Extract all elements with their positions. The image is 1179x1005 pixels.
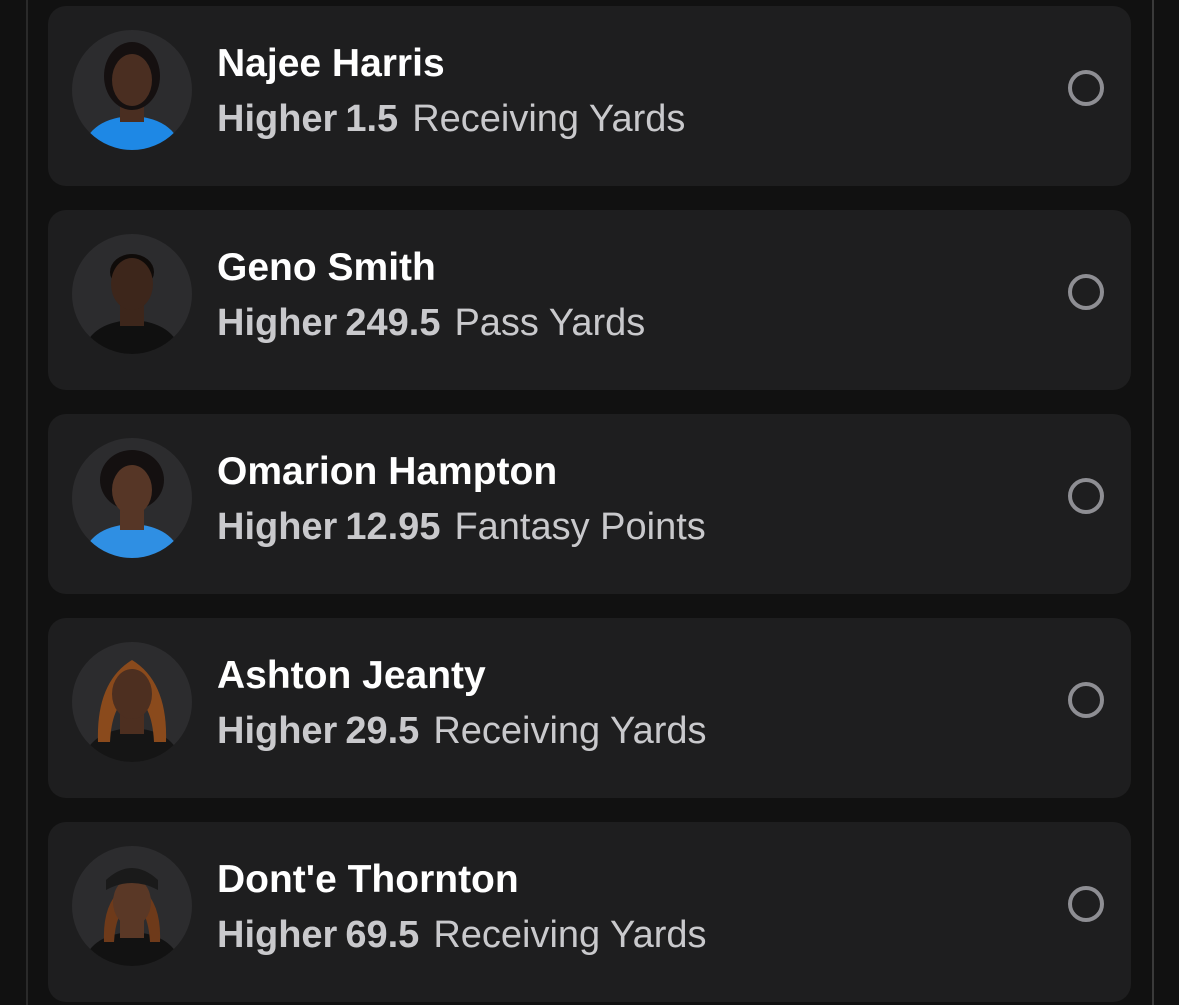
player-name: Najee Harris bbox=[217, 42, 445, 85]
player-name: Geno Smith bbox=[217, 246, 436, 289]
player-headshot-icon bbox=[82, 254, 182, 354]
line-value: 29.5 bbox=[345, 710, 420, 752]
player-avatar bbox=[72, 642, 192, 762]
stat-type: Receiving Yards bbox=[412, 98, 686, 140]
projection-line: Higher 12.95 Fantasy Points bbox=[217, 503, 706, 551]
select-radio-icon[interactable] bbox=[1068, 886, 1104, 922]
pick-card[interactable]: Geno Smith Higher 249.5 Pass Yards bbox=[48, 210, 1131, 390]
pick-card[interactable]: Ashton Jeanty Higher 29.5 Receiving Yards bbox=[48, 618, 1131, 798]
pick-direction: Higher bbox=[217, 98, 338, 140]
pick-info: Omarion Hampton Higher 12.95 Fantasy Point… bbox=[217, 448, 706, 551]
projection-line: Higher 69.5 Receiving Yards bbox=[217, 911, 707, 959]
pick-info: Ashton Jeanty Higher 29.5 Receiving Yards bbox=[217, 652, 707, 755]
player-avatar bbox=[72, 438, 192, 558]
player-avatar bbox=[72, 234, 192, 354]
pick-info: Dont'e Thornton Higher 69.5 Receiving Yard… bbox=[217, 856, 707, 959]
player-avatar bbox=[72, 846, 192, 966]
line-value: 12.95 bbox=[345, 506, 441, 548]
line-value: 69.5 bbox=[345, 914, 420, 956]
line-value: 249.5 bbox=[345, 302, 441, 344]
face-shape bbox=[113, 878, 151, 926]
player-headshot-icon bbox=[82, 660, 182, 762]
scrollbar-track[interactable] bbox=[1152, 0, 1154, 1005]
pick-direction: Higher bbox=[217, 506, 338, 548]
pick-direction: Higher bbox=[217, 710, 338, 752]
player-headshot-icon bbox=[82, 868, 182, 966]
stat-type: Receiving Yards bbox=[433, 914, 707, 956]
pick-card[interactable]: Dont'e Thornton Higher 69.5 Receiving Yard… bbox=[48, 822, 1131, 1002]
face-shape bbox=[112, 465, 152, 515]
pick-list: Najee Harris Higher 1.5 Receiving Yards Ge… bbox=[48, 6, 1131, 1005]
pick-direction: Higher bbox=[217, 914, 338, 956]
select-radio-icon[interactable] bbox=[1068, 70, 1104, 106]
projection-line: Higher 1.5 Receiving Yards bbox=[217, 95, 685, 143]
projection-line: Higher 249.5 Pass Yards bbox=[217, 299, 645, 347]
stat-type: Fantasy Points bbox=[454, 506, 706, 548]
player-avatar bbox=[72, 30, 192, 150]
pick-card[interactable]: Najee Harris Higher 1.5 Receiving Yards bbox=[48, 6, 1131, 186]
projection-line: Higher 29.5 Receiving Yards bbox=[217, 707, 707, 755]
player-headshot-icon bbox=[82, 42, 182, 150]
face-shape bbox=[112, 669, 152, 719]
stat-type: Pass Yards bbox=[454, 302, 646, 344]
line-value: 1.5 bbox=[345, 98, 399, 140]
select-radio-icon[interactable] bbox=[1068, 478, 1104, 514]
picks-screen: Najee Harris Higher 1.5 Receiving Yards Ge… bbox=[0, 0, 1179, 1005]
left-divider bbox=[26, 0, 28, 1005]
pick-direction: Higher bbox=[217, 302, 338, 344]
player-name: Dont'e Thornton bbox=[217, 858, 519, 901]
stat-type: Receiving Yards bbox=[433, 710, 707, 752]
select-radio-icon[interactable] bbox=[1068, 682, 1104, 718]
player-headshot-icon bbox=[82, 450, 182, 558]
player-name: Ashton Jeanty bbox=[217, 654, 486, 697]
face-shape bbox=[111, 258, 153, 310]
select-radio-icon[interactable] bbox=[1068, 274, 1104, 310]
pick-info: Geno Smith Higher 249.5 Pass Yards bbox=[217, 244, 645, 347]
pick-info: Najee Harris Higher 1.5 Receiving Yards bbox=[217, 40, 685, 143]
player-name: Omarion Hampton bbox=[217, 450, 558, 493]
face-shape bbox=[112, 54, 152, 106]
pick-card[interactable]: Omarion Hampton Higher 12.95 Fantasy Point… bbox=[48, 414, 1131, 594]
